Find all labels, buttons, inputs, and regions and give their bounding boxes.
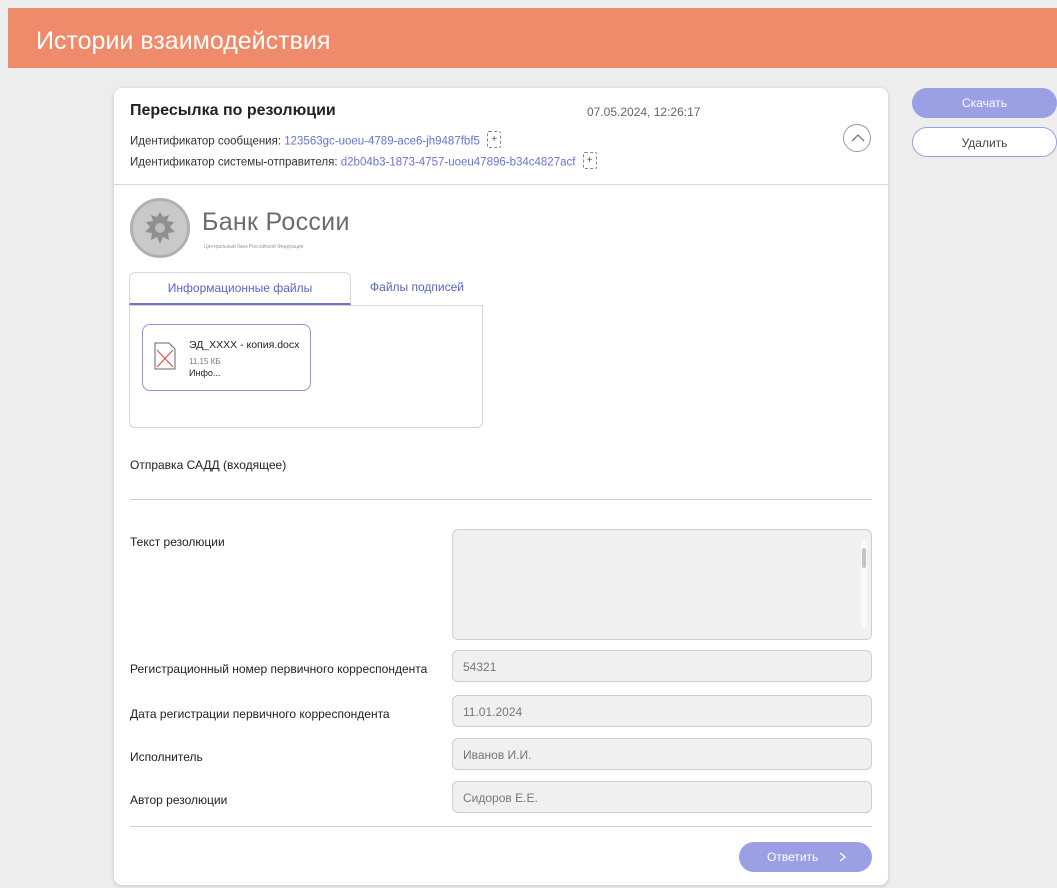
page-header: Истории взаимодействия: [8, 8, 1057, 68]
reply-button-label: Ответить: [767, 850, 819, 864]
card-header: Пересылка по резолюции 07.05.2024, 12:26…: [114, 88, 888, 185]
resolution-text-field[interactable]: [452, 529, 872, 640]
executor-field[interactable]: Иванов И.И.: [452, 738, 872, 770]
message-id-line: Идентификатор сообщения: 123563gc-uoeu-4…: [130, 131, 502, 150]
tab-info-files[interactable]: Информационные файлы: [129, 272, 351, 305]
copy-icon[interactable]: +: [582, 152, 597, 169]
chevron-right-icon: [839, 852, 846, 862]
bank-logo: Банк России Центральный банк Российской …: [130, 198, 390, 260]
section-title: Отправка САДД (входящее): [130, 458, 287, 472]
reg-number-label: Регистрационный номер первичного корресп…: [130, 662, 428, 676]
file-name: ЭД_XXXX - копия.docx: [189, 339, 300, 351]
bank-name: Банк России: [202, 208, 350, 236]
page-title: Истории взаимодействия: [36, 27, 331, 55]
resolution-text-label: Текст резолюции: [130, 535, 225, 549]
reg-number-field[interactable]: 54321: [452, 650, 872, 682]
divider: [130, 826, 872, 827]
card-title: Пересылка по резолюции: [130, 102, 336, 119]
author-field[interactable]: Сидоров Е.Е.: [452, 781, 872, 813]
reg-date-label: Дата регистрации первичного корреспонден…: [130, 707, 390, 721]
message-id-value[interactable]: 123563gc-uoeu-4789-ace6-jh9487fbf5: [284, 136, 480, 148]
sender-id-line: Идентификатор системы-отправителя: d2b04…: [130, 152, 597, 171]
card-datetime: 07.05.2024, 12:26:17: [587, 105, 701, 119]
chevron-up-icon: [851, 134, 865, 142]
reply-button[interactable]: Ответить: [739, 842, 872, 872]
tab-signature-files[interactable]: Файлы подписей: [352, 272, 482, 305]
sender-id-value[interactable]: d2b04b3-1873-4757-uoeu47896-b34c4827acf: [341, 157, 576, 169]
divider: [130, 499, 872, 500]
file-card[interactable]: ЭД_XXXX - копия.docx 11.15 КБ Инфо...: [142, 324, 311, 391]
download-button[interactable]: Скачать: [912, 88, 1057, 118]
files-panel: ЭД_XXXX - копия.docx 11.15 КБ Инфо...: [129, 305, 483, 428]
message-id-label: Идентификатор сообщения:: [130, 135, 282, 148]
scrollbar-thumb[interactable]: [862, 548, 866, 568]
reg-date-field[interactable]: 11.01.2024: [452, 695, 872, 727]
bank-subtitle: Центральный банк Российской Федерации: [204, 244, 304, 250]
bank-emblem-icon: [130, 198, 190, 258]
collapse-button[interactable]: [843, 124, 871, 152]
author-label: Автор резолюции: [130, 793, 228, 807]
sender-id-label: Идентификатор системы-отправителя:: [130, 156, 338, 169]
file-broken-icon: [154, 342, 176, 370]
file-type: Инфо...: [189, 368, 221, 378]
delete-button[interactable]: Удалить: [912, 127, 1057, 157]
copy-icon[interactable]: +: [487, 131, 502, 148]
interaction-card: Пересылка по резолюции 07.05.2024, 12:26…: [114, 88, 888, 885]
executor-label: Исполнитель: [130, 750, 203, 764]
file-size: 11.15 КБ: [189, 357, 221, 366]
